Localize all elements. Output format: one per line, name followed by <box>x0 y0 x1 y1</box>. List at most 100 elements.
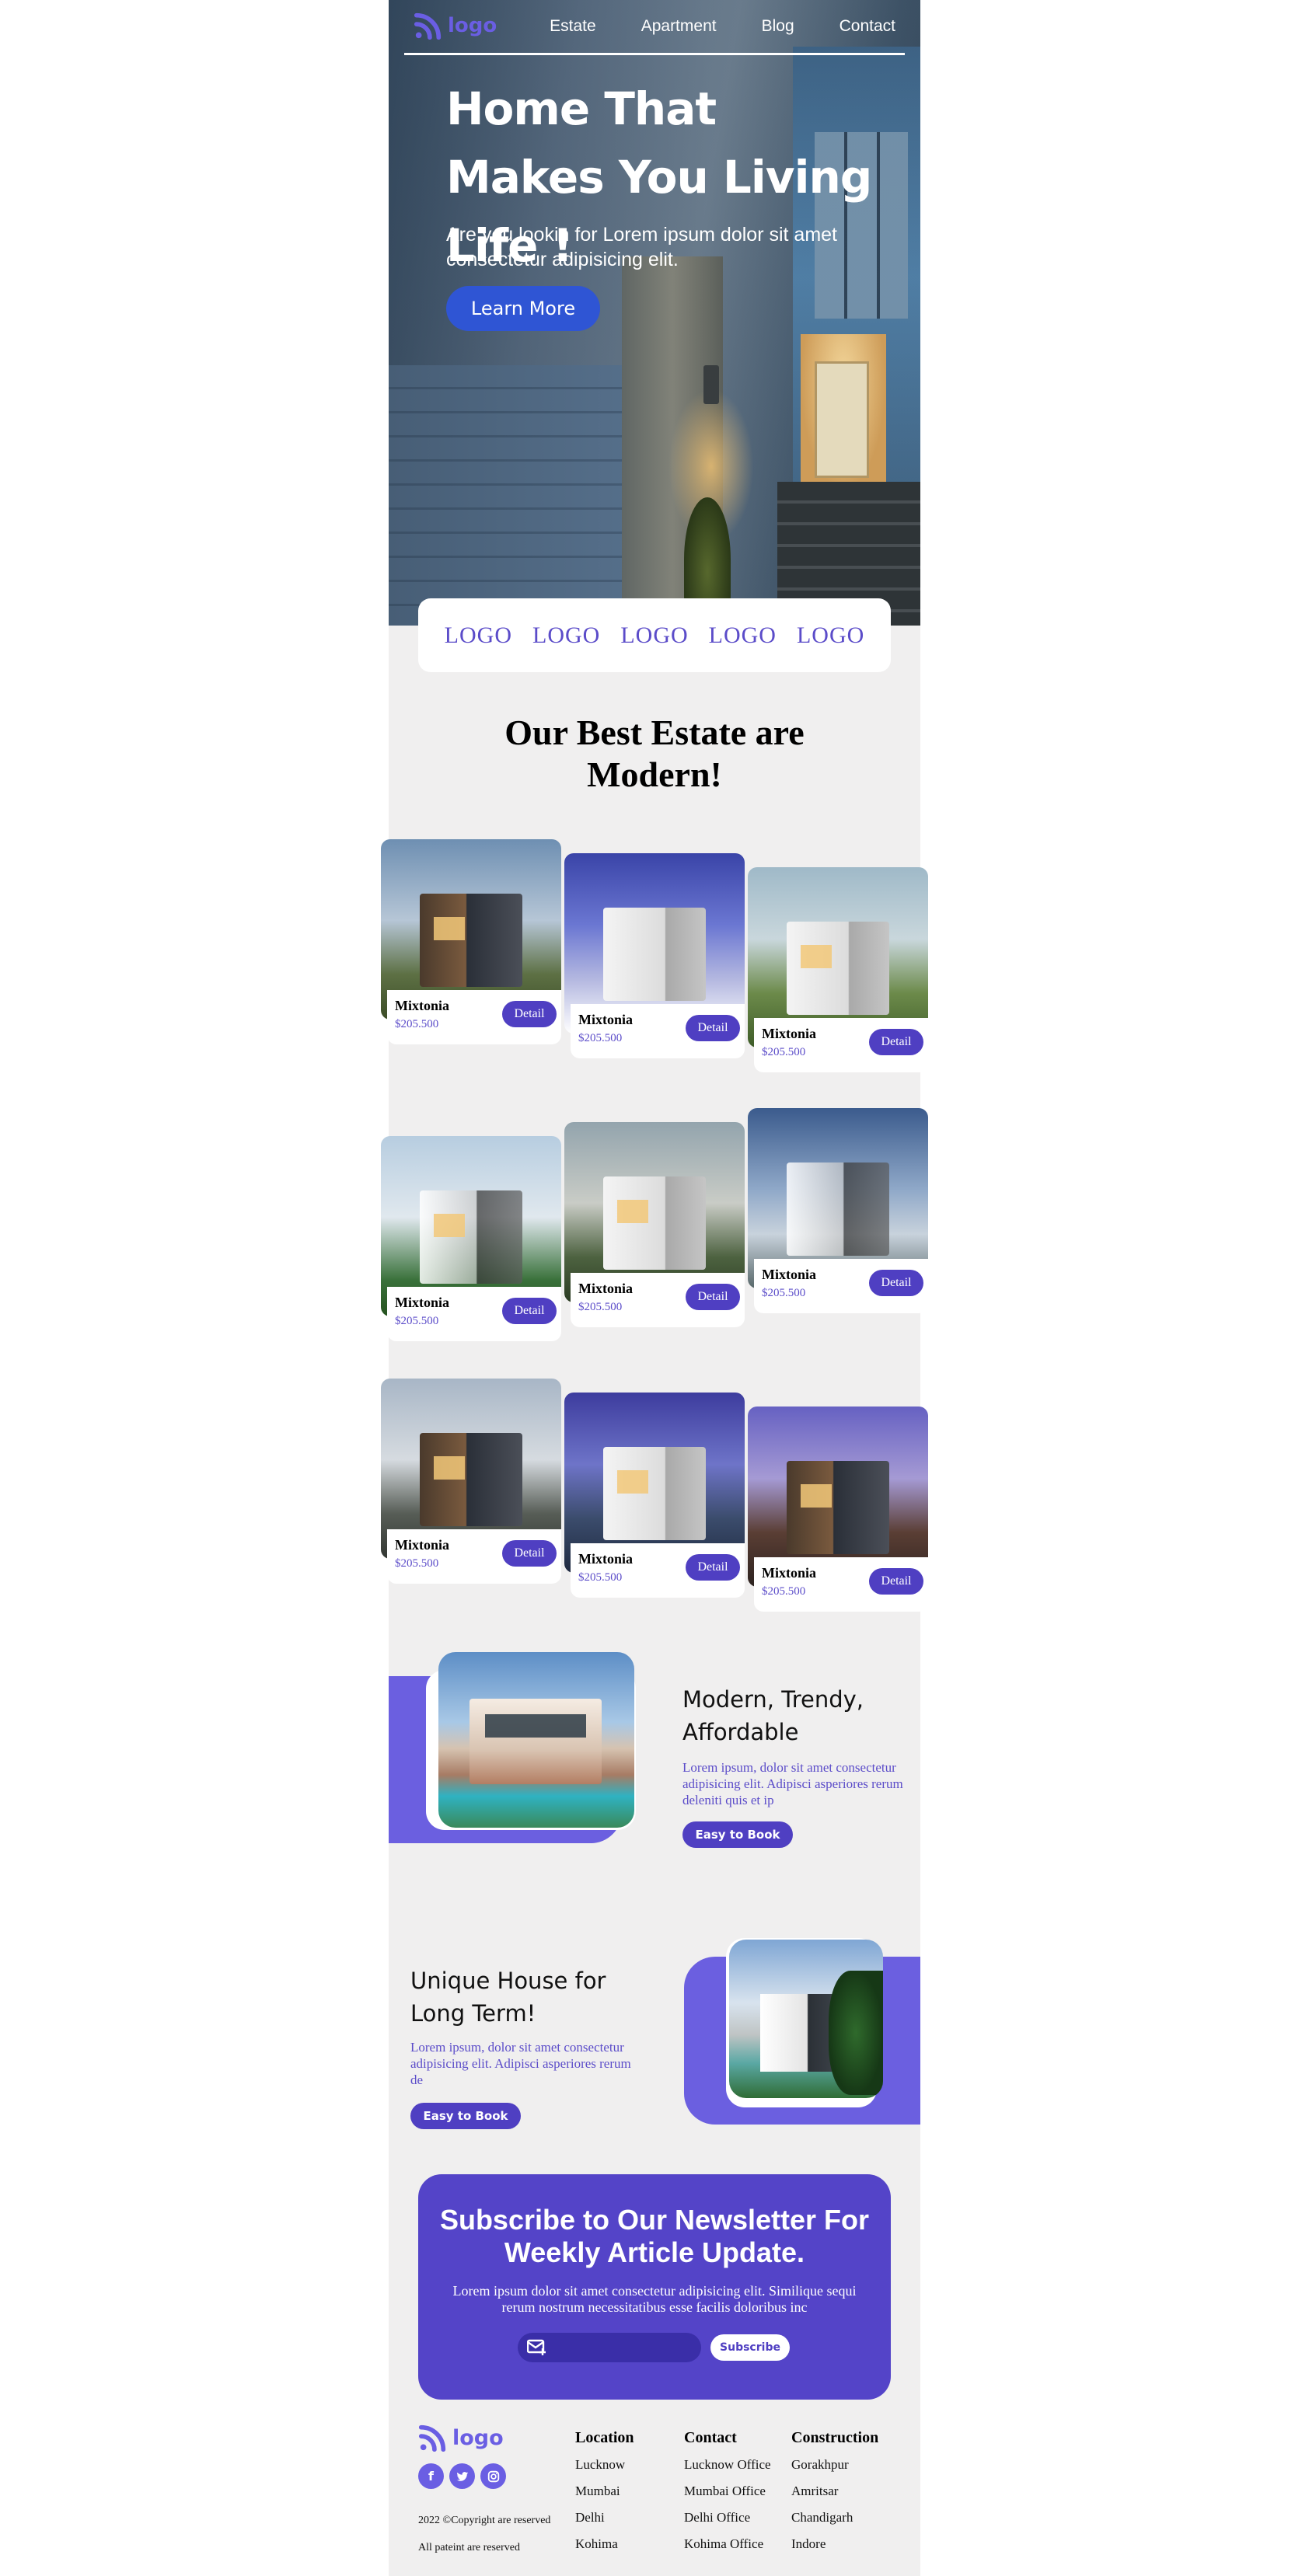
detail-button[interactable]: Detail <box>502 1001 557 1027</box>
footer-link[interactable]: Kohima Office <box>684 2531 771 2557</box>
house-shape <box>787 1461 889 1554</box>
estate-info: Mixtonia $205.500 Detail <box>387 1529 561 1584</box>
detail-button[interactable]: Detail <box>686 1554 740 1581</box>
feature1-title: Modern, Trendy, Affordable <box>682 1686 864 1745</box>
estate-card[interactable]: Mixtonia $205.500 Detail <box>564 853 745 1058</box>
newsletter-title: Subscribe to Our Newsletter For Weekly A… <box>439 2204 870 2268</box>
estate-name: Mixtonia <box>762 1267 816 1282</box>
rights-text: All pateint are reserved <box>418 2542 520 2553</box>
footer-link[interactable]: Chandigarh <box>791 2505 878 2531</box>
partner-logo[interactable]: LOGO <box>709 622 777 649</box>
footer-link[interactable]: Indore <box>791 2531 878 2557</box>
newsletter-text: Lorem ipsum dolor sit amet consectetur a… <box>452 2283 857 2315</box>
estate-card[interactable]: Mixtonia $205.500 Detail <box>748 1108 928 1313</box>
estate-card[interactable]: Mixtonia $205.500 Detail <box>748 867 928 1072</box>
estate-price: $205.500 <box>578 1301 623 1313</box>
footer-column-title: Contact <box>684 2429 737 2446</box>
partner-logo[interactable]: LOGO <box>797 622 864 649</box>
hero-section: logo Estate Apartment Blog Contact Home … <box>389 0 920 626</box>
estate-info: Mixtonia $205.500 Detail <box>571 1543 745 1598</box>
footer-link[interactable]: Lucknow Office <box>684 2452 771 2478</box>
house-shape <box>787 922 889 1015</box>
estate-card[interactable]: Mixtonia $205.500 Detail <box>381 1136 561 1341</box>
social-links: f <box>418 2463 506 2489</box>
estate-card[interactable]: Mixtonia $205.500 Detail <box>564 1122 745 1327</box>
logo-mark-icon <box>418 2424 446 2452</box>
house-shape <box>603 908 706 1001</box>
detail-button[interactable]: Detail <box>869 1029 923 1055</box>
footer-link[interactable]: Gorakhpur <box>791 2452 878 2478</box>
estate-price: $205.500 <box>578 1571 623 1584</box>
estate-name: Mixtonia <box>395 1295 449 1310</box>
estate-info: Mixtonia $205.500 Detail <box>754 1557 928 1612</box>
footer-link[interactable]: Kohima <box>575 2531 634 2557</box>
house-shape <box>420 1433 522 1526</box>
footer-link[interactable]: Mumbai <box>575 2478 634 2505</box>
top-nav: logo Estate Apartment Blog Contact <box>404 0 905 55</box>
footer-link[interactable]: Delhi Office <box>684 2505 771 2531</box>
twitter-icon[interactable] <box>449 2463 475 2489</box>
learn-more-button[interactable]: Learn More <box>446 286 600 331</box>
estate-name: Mixtonia <box>578 1551 633 1567</box>
estate-card[interactable]: Mixtonia $205.500 Detail <box>564 1393 745 1598</box>
house-shape <box>787 1163 889 1256</box>
nav-link-blog[interactable]: Blog <box>762 17 794 36</box>
feature2-text: Lorem ipsum, dolor sit amet consectetur … <box>410 2040 631 2087</box>
estate-info: Mixtonia $205.500 Detail <box>754 1259 928 1313</box>
nav-logo[interactable]: logo <box>414 11 497 40</box>
nav-link-estate[interactable]: Estate <box>550 17 596 36</box>
estate-name: Mixtonia <box>578 1281 633 1296</box>
nav-logo-text: logo <box>448 14 497 37</box>
footer-link[interactable]: Lucknow <box>575 2452 634 2478</box>
partner-logo[interactable]: LOGO <box>620 622 688 649</box>
easy-to-book-button[interactable]: Easy to Book <box>682 1821 793 1848</box>
estate-price: $205.500 <box>395 1557 439 1570</box>
footer-link[interactable]: Mumbai Office <box>684 2478 771 2505</box>
estate-price: $205.500 <box>762 1585 806 1598</box>
estate-price: $205.500 <box>762 1287 806 1299</box>
detail-button[interactable]: Detail <box>502 1298 557 1324</box>
house-shape <box>603 1447 706 1540</box>
detail-button[interactable]: Detail <box>686 1015 740 1041</box>
estate-info: Mixtonia $205.500 Detail <box>387 1287 561 1341</box>
estate-card[interactable]: Mixtonia $205.500 Detail <box>381 1379 561 1584</box>
feature-image <box>729 1940 883 2098</box>
footer-logo[interactable]: logo <box>418 2423 504 2452</box>
estate-price: $205.500 <box>395 1018 439 1030</box>
easy-to-book-button[interactable]: Easy to Book <box>410 2103 521 2129</box>
footer-logo-text: logo <box>452 2425 504 2450</box>
house-shape <box>420 894 522 987</box>
estate-card[interactable]: Mixtonia $205.500 Detail <box>748 1407 928 1612</box>
partner-logo-strip: LOGO LOGO LOGO LOGO LOGO <box>418 598 891 672</box>
estate-price: $205.500 <box>762 1046 806 1058</box>
feature2-title: Unique House for Long Term! <box>410 1968 606 2027</box>
estate-price: $205.500 <box>395 1315 439 1327</box>
partner-logo[interactable]: LOGO <box>445 622 512 649</box>
page: logo Estate Apartment Blog Contact Home … <box>381 0 928 2576</box>
facebook-icon[interactable]: f <box>418 2463 444 2489</box>
detail-button[interactable]: Detail <box>686 1284 740 1310</box>
feature1-text: Lorem ipsum, dolor sit amet consectetur … <box>682 1760 903 1807</box>
subscribe-button[interactable]: Subscribe <box>710 2334 790 2361</box>
instagram-icon[interactable] <box>480 2463 506 2489</box>
footer-column-construction: Construction Gorakhpur Amritsar Chandiga… <box>791 2429 878 2557</box>
partner-logo[interactable]: LOGO <box>532 622 600 649</box>
detail-button[interactable]: Detail <box>869 1270 923 1296</box>
mail-icon <box>527 2339 546 2355</box>
nav-link-apartment[interactable]: Apartment <box>641 17 717 36</box>
estate-name: Mixtonia <box>395 1537 449 1553</box>
footer-link[interactable]: Amritsar <box>791 2478 878 2505</box>
estate-name: Mixtonia <box>762 1565 816 1581</box>
estate-info: Mixtonia $205.500 Detail <box>754 1018 928 1072</box>
estate-name: Mixtonia <box>762 1026 816 1041</box>
detail-button[interactable]: Detail <box>869 1568 923 1595</box>
footer-column-contact: Contact Lucknow Office Mumbai Office Del… <box>684 2429 771 2557</box>
nav-links: Estate Apartment Blog Contact <box>550 17 895 36</box>
footer-link[interactable]: Delhi <box>575 2505 634 2531</box>
footer-column-location: Location Lucknow Mumbai Delhi Kohima <box>575 2429 634 2557</box>
detail-button[interactable]: Detail <box>502 1540 557 1567</box>
estate-info: Mixtonia $205.500 Detail <box>571 1273 745 1327</box>
nav-link-contact[interactable]: Contact <box>840 17 895 36</box>
estate-card[interactable]: Mixtonia $205.500 Detail <box>381 839 561 1044</box>
estate-price: $205.500 <box>578 1032 623 1044</box>
